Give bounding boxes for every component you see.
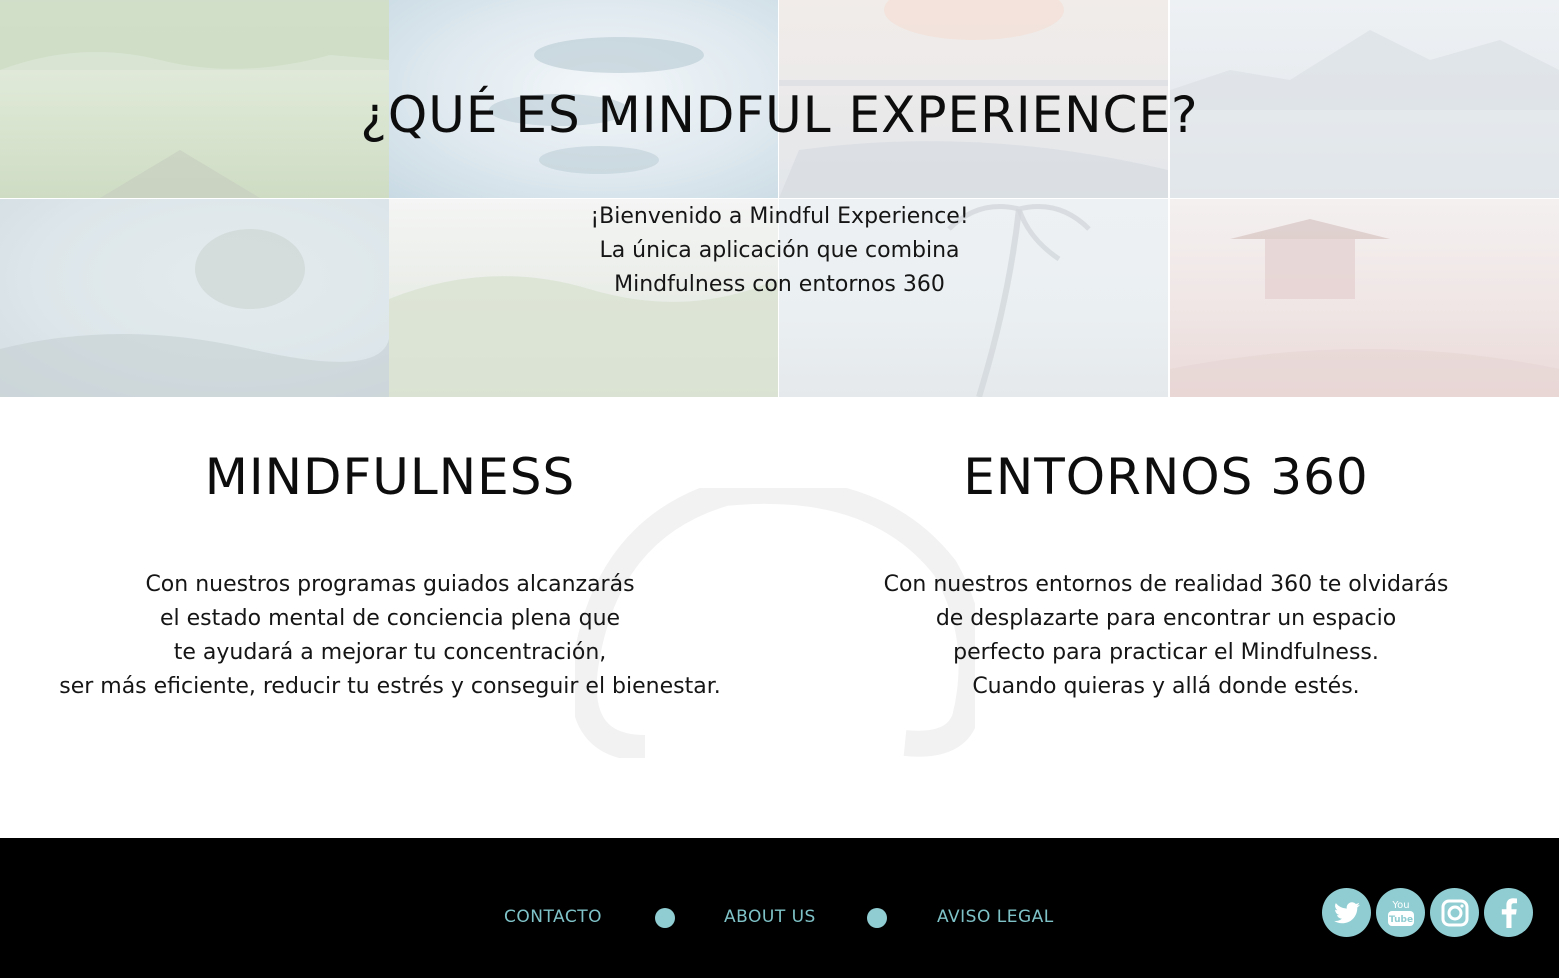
description-line: te ayudará a mejorar tu concentración, xyxy=(173,640,607,665)
description-line: el estado mental de conciencia plena que xyxy=(159,606,621,631)
nav-link-contacto[interactable]: CONTACTO xyxy=(504,907,602,927)
page-title: ¿QUÉ ES MINDFUL EXPERIENCE? xyxy=(360,86,1199,144)
intro-line: Mindfulness con entornos 360 xyxy=(614,272,945,297)
description-line: Cuando quieras y allá donde estés. xyxy=(972,674,1360,699)
entornos-description: Con nuestros entornos de realidad 360 te… xyxy=(790,568,1542,704)
hero-section: ¿QUÉ ES MINDFUL EXPERIENCE? ¡Bienvenido … xyxy=(0,0,1559,398)
twitter-button[interactable] xyxy=(1322,888,1371,937)
entornos-heading: ENTORNOS 360 xyxy=(963,448,1369,506)
mindfulness-description: Con nuestros programas guiados alcanzará… xyxy=(10,568,770,704)
separator-dot xyxy=(867,908,887,928)
nav-link-about-us[interactable]: ABOUT US xyxy=(724,907,816,927)
mindfulness-heading: MINDFULNESS xyxy=(204,448,576,506)
youtube-icon: You Tube xyxy=(1387,900,1414,926)
description-line: perfecto para practicar el Mindfulness. xyxy=(953,640,1379,665)
description-line: Con nuestros programas guiados alcanzará… xyxy=(145,572,635,597)
svg-text:You: You xyxy=(1391,900,1409,911)
nav-link-aviso-legal[interactable]: AVISO LEGAL xyxy=(937,907,1054,927)
instagram-button[interactable] xyxy=(1430,888,1479,937)
description-line: ser más eficiente, reducir tu estrés y c… xyxy=(59,674,721,699)
intro-line: La única aplicación que combina xyxy=(599,238,960,263)
entornos-feature: ENTORNOS 360 Con nuestros entornos de re… xyxy=(790,448,1542,704)
instagram-icon xyxy=(1441,899,1468,926)
features-section: MINDFULNESS Con nuestros programas guiad… xyxy=(0,398,1559,838)
footer: CONTACTO ABOUT US AVISO LEGAL You Tube xyxy=(0,838,1559,978)
facebook-icon xyxy=(1501,897,1517,928)
intro-line: ¡Bienvenido a Mindful Experience! xyxy=(590,204,969,229)
facebook-button[interactable] xyxy=(1484,888,1533,937)
youtube-button[interactable]: You Tube xyxy=(1376,888,1425,937)
svg-text:Tube: Tube xyxy=(1388,915,1412,925)
mindfulness-feature: MINDFULNESS Con nuestros programas guiad… xyxy=(10,448,770,704)
description-line: Con nuestros entornos de realidad 360 te… xyxy=(883,572,1449,597)
separator-dot xyxy=(655,908,675,928)
intro-text: ¡Bienvenido a Mindful Experience! La úni… xyxy=(0,200,1559,302)
twitter-icon xyxy=(1333,901,1360,923)
description-line: de desplazarte para encontrar un espacio xyxy=(935,606,1397,631)
